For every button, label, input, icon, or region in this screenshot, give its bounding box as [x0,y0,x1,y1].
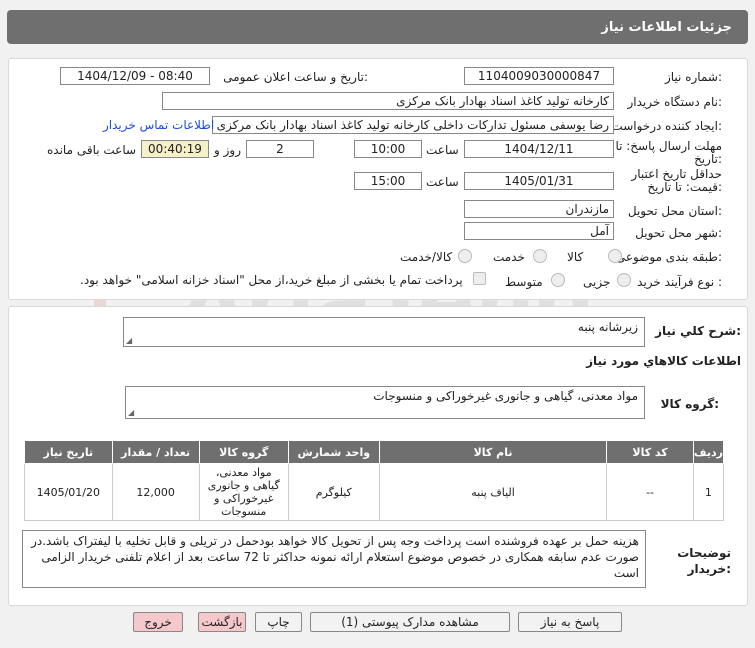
deadline-label: مهلت ارسال پاسخ: تا تاریخ: [615,139,722,166]
category-goods-label: کالا [567,250,584,264]
col-quantity: تعداد / مقدار [111,440,200,464]
process-medium-radio[interactable] [551,273,565,287]
validity-date-field: 1405/01/31 [464,172,614,190]
col-name: نام کالا [378,440,608,464]
goods-info-heading: اطلاعات كالاهاي مورد نياز [586,354,741,368]
contact-buyer-link[interactable]: اطلاعات تماس خریدار [103,118,214,132]
resize-grip-icon[interactable]: ◢ [128,408,134,417]
summary-text: زیرشانه پنبه [577,320,638,334]
province-label: استان محل تحویل: [627,204,722,218]
page-header: جزئیات اطلاعات نیاز [7,10,748,44]
cell-date: 1405/01/20 [24,463,113,521]
deadline-time-field: 10:00 [354,140,422,158]
need-number-field: 1104009030000847 [464,67,614,85]
table-header-row: ردیف کد کالا نام کالا واحد شمارش گروه کا… [24,440,725,464]
buyer-notes-field: هزینه حمل بر عهده فروشنده است پرداخت وجه… [22,530,646,588]
buyer-notes-text: هزینه حمل بر عهده فروشنده است پرداخت وجه… [31,534,639,580]
col-date: تاریخ نیاز [24,440,113,464]
summary-label: شرح كلي نياز: [655,324,741,338]
days-field: 2 [246,140,314,158]
table-row: 1 -- الیاف پنبه کیلوگرم مواد معدنی، گیاه… [24,463,725,521]
goods-table: ردیف کد کالا نام کالا واحد شمارش گروه کا… [24,440,725,521]
remaining-time-field: 00:40:19 [141,140,209,158]
back-button[interactable]: بازگشت [198,612,246,632]
col-row: ردیف [692,440,725,464]
page-title: جزئیات اطلاعات نیاز [601,20,732,35]
days-label: روز و [214,143,241,157]
deadline-date-field: 1404/12/11 [464,140,614,158]
cell-code: -- [606,463,694,521]
category-goods-service-radio[interactable] [458,249,472,263]
reply-button[interactable]: پاسخ به نیاز [518,612,622,632]
cell-row: 1 [692,463,725,521]
goods-group-label: گروه کالا: [660,397,719,411]
announce-datetime-field: 1404/12/09 - 08:40 [60,67,210,85]
category-label: طبقه بندی موضوعی: [615,250,722,264]
city-label: شهر محل تحویل: [635,226,722,240]
cell-unit: کیلوگرم [287,463,380,521]
buyer-org-field: کارخانه تولید کاغذ اسناد بهادار بانک مرک… [162,92,614,110]
process-medium-label: متوسط [505,275,543,289]
city-field: آمل [464,222,614,240]
summary-field: زیرشانه پنبه ◢ [123,317,645,347]
category-service-label: خدمت [493,250,525,264]
print-button[interactable]: چاپ [255,612,302,632]
buyer-org-label: نام دستگاه خریدار: [627,95,723,109]
deadline-time-label: ساعت [426,143,459,157]
exit-button[interactable]: خروج [133,612,183,632]
col-unit: واحد شمارش [287,440,380,464]
col-code: کد کالا [606,440,694,464]
treasury-note: پرداخت تمام یا بخشی از مبلغ خرید،از محل … [80,273,463,287]
category-goods-service-label: کالا/خدمت [400,250,453,264]
treasury-checkbox[interactable] [473,272,486,285]
goods-group-field: مواد معدنی، گیاهی و جانوری غیرخوراکی و م… [125,386,645,419]
province-field: مازندران [464,200,614,218]
col-group: گروه کالا [198,440,289,464]
attachments-button[interactable]: مشاهده مدارک پیوستی (1) [310,612,510,632]
buyer-notes-label: توضیحات خریدار: [677,546,731,576]
validity-time-field: 15:00 [354,172,422,190]
creator-field: رضا یوسفی مسئول تدارکات داخلی کارخانه تو… [212,116,614,134]
validity-time-label: ساعت [426,175,459,189]
cell-group: مواد معدنی، گیاهی و جانوری غیرخوراکی و م… [198,463,289,521]
category-goods-radio[interactable] [608,249,622,263]
validity-label: حداقل تاریخ اعتبار قیمت: تا تاریخ: [631,167,722,194]
process-partial-label: جزیی [583,275,611,289]
goods-group-text: مواد معدنی، گیاهی و جانوری غیرخوراکی و م… [373,389,638,403]
category-service-radio[interactable] [533,249,547,263]
cell-quantity: 12,000 [111,463,200,521]
announce-datetime-label: تاریخ و ساعت اعلان عمومی: [223,70,368,84]
remaining-label: ساعت باقی مانده [47,143,137,157]
resize-grip-icon[interactable]: ◢ [126,336,132,345]
creator-label: ایجاد کننده درخواست: [611,119,722,133]
process-label: نوع فرآیند خرید : [637,275,722,289]
process-partial-radio[interactable] [617,273,631,287]
need-number-label: شماره نیاز: [664,70,722,84]
cell-name: الیاف پنبه [378,463,608,521]
